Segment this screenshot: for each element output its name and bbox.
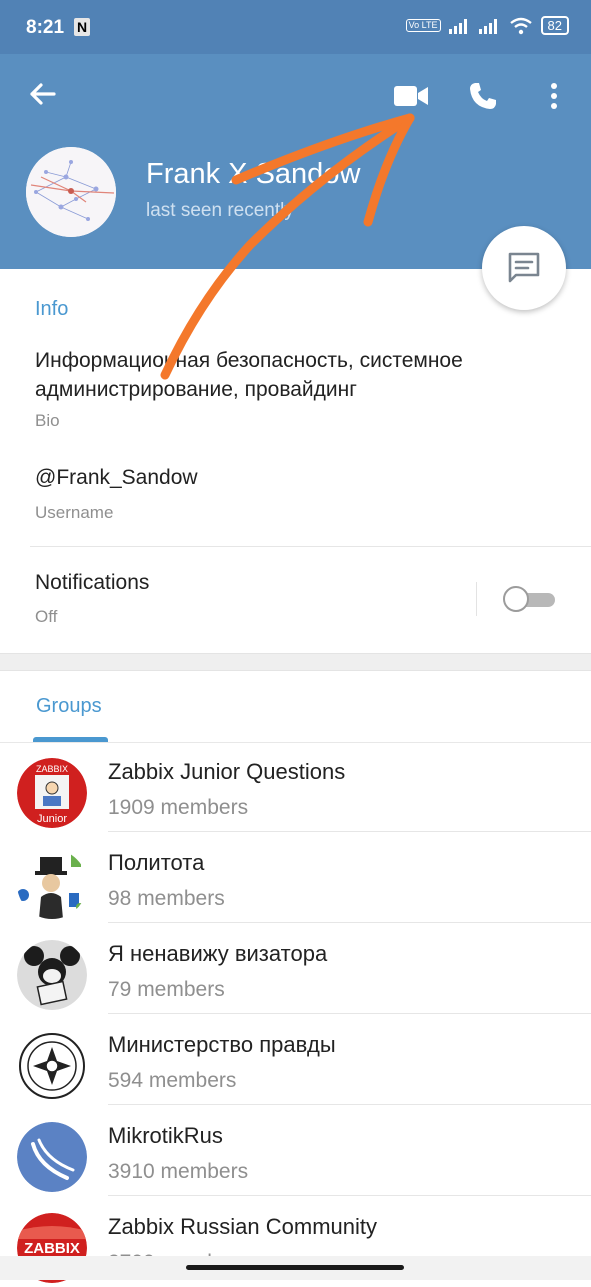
divider xyxy=(476,582,477,616)
group-item[interactable]: MikrotikRus 3910 members xyxy=(0,1106,591,1196)
send-message-button[interactable] xyxy=(482,226,566,310)
group-avatar xyxy=(17,1122,87,1192)
group-name: Я ненавижу визатора xyxy=(108,941,328,966)
group-name: MikrotikRus xyxy=(108,1123,223,1148)
mouse-cartoon-icon xyxy=(17,940,87,1010)
bio-text[interactable]: Информационная безопасность, системное а… xyxy=(35,346,555,404)
group-members: 3910 members xyxy=(108,1160,249,1183)
username-label: Username xyxy=(35,503,114,522)
divider xyxy=(108,1195,591,1196)
group-avatar: ZABBIX Junior xyxy=(17,758,87,828)
zabbix-junior-logo-icon: ZABBIX Junior xyxy=(17,758,87,828)
svg-text:ZABBIX: ZABBIX xyxy=(24,1240,80,1257)
more-vertical-icon xyxy=(551,83,557,109)
mikrotik-logo-icon xyxy=(17,1122,87,1192)
group-item[interactable]: ZABBIX Junior Zabbix Junior Questions 19… xyxy=(0,742,591,832)
svg-text:ZABBIX: ZABBIX xyxy=(36,764,68,774)
politota-logo-icon xyxy=(17,849,87,919)
back-button[interactable] xyxy=(22,74,62,114)
toggle-knob xyxy=(503,586,529,612)
group-item[interactable]: Политота 98 members xyxy=(0,833,591,923)
notifications-value: Off xyxy=(35,607,58,626)
group-members: 98 members xyxy=(108,887,225,910)
notifications-label[interactable]: Notifications xyxy=(35,571,149,595)
wifi-icon xyxy=(509,17,532,34)
bio-label: Bio xyxy=(35,411,60,430)
signal-icon-2 xyxy=(478,18,497,34)
group-members: 79 members xyxy=(108,978,225,1001)
more-options-button[interactable] xyxy=(538,76,570,116)
system-nav-bar xyxy=(0,1256,591,1280)
ministry-seal-icon xyxy=(17,1031,87,1101)
tab-groups[interactable]: Groups xyxy=(36,695,102,718)
group-name: Zabbix Russian Community xyxy=(108,1214,377,1239)
phone-icon xyxy=(470,83,496,109)
divider xyxy=(108,1104,591,1105)
volte-icon: Vo LTE xyxy=(405,19,441,32)
divider xyxy=(108,831,591,832)
group-item[interactable]: Я ненавижу визатора 79 members xyxy=(0,924,591,1014)
group-members: 1909 members xyxy=(108,796,249,819)
message-icon xyxy=(508,252,540,283)
video-camera-icon xyxy=(394,86,428,106)
battery-indicator: 82 xyxy=(540,16,569,35)
info-section-title: Info xyxy=(35,298,69,320)
divider xyxy=(108,922,591,923)
video-call-button[interactable] xyxy=(390,76,432,116)
home-gesture-handle[interactable] xyxy=(186,1265,404,1270)
group-item[interactable]: Министерство правды 594 members xyxy=(0,1015,591,1105)
signal-icon xyxy=(448,18,467,34)
last-seen-status: last seen recently xyxy=(146,200,294,221)
group-avatar xyxy=(17,1031,87,1101)
group-name: Политота xyxy=(108,850,205,875)
notifications-toggle[interactable] xyxy=(503,585,555,613)
section-separator xyxy=(0,653,591,671)
status-indicators: Vo LTE 82 xyxy=(405,16,569,35)
profile-avatar[interactable] xyxy=(26,147,116,237)
divider xyxy=(30,546,591,547)
status-bar: 8:21 N Vo LTE 82 xyxy=(0,0,591,54)
status-time: 8:21 xyxy=(26,17,65,38)
group-avatar xyxy=(17,849,87,919)
divider xyxy=(108,1013,591,1014)
network-diagram-image xyxy=(26,147,116,237)
group-name: Министерство правды xyxy=(108,1032,336,1057)
notification-app-icon: N xyxy=(74,18,90,36)
group-name: Zabbix Junior Questions xyxy=(108,759,346,784)
group-avatar xyxy=(17,940,87,1010)
voice-call-button[interactable] xyxy=(463,76,503,116)
svg-text:Junior: Junior xyxy=(37,813,67,825)
group-members: 594 members xyxy=(108,1069,237,1092)
contact-name: Frank X Sandow xyxy=(146,158,361,190)
username-value[interactable]: @Frank_Sandow xyxy=(35,466,198,490)
arrow-left-icon xyxy=(30,83,56,105)
